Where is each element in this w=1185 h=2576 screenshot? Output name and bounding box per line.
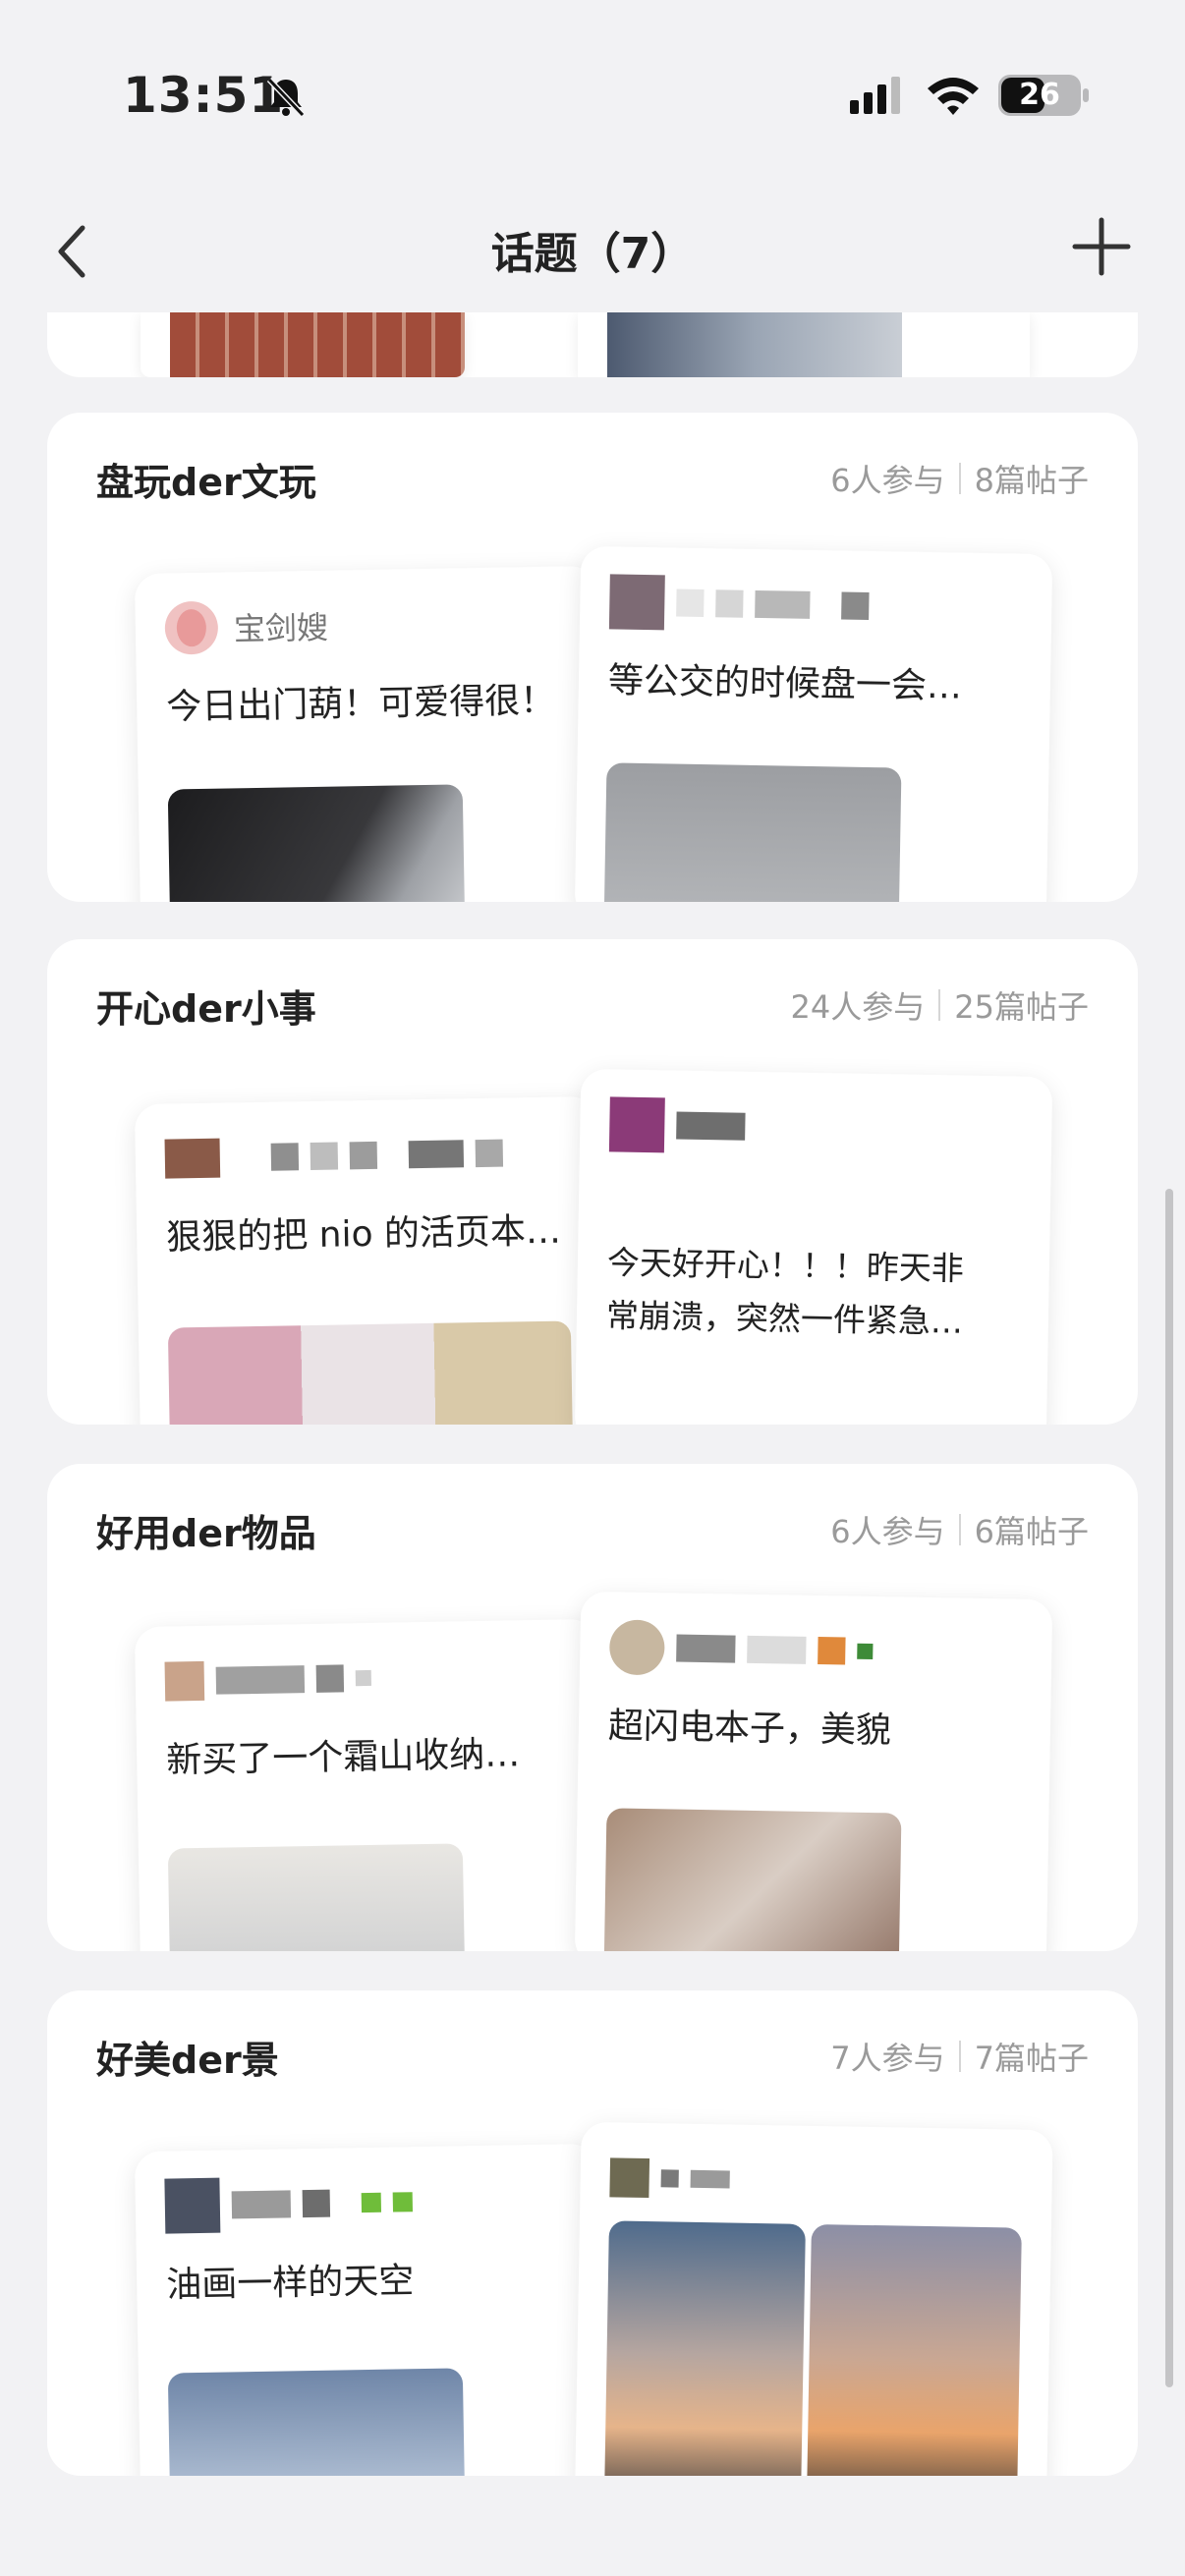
- topic-name: 开心der小事: [96, 987, 316, 1031]
- scroll-indicator[interactable]: [1165, 1189, 1173, 2387]
- post-text-line: 今天好开心！！！昨天非: [606, 1243, 965, 1288]
- post-card[interactable]: [574, 2121, 1053, 2476]
- post-text: 油画一样的天空: [165, 2261, 415, 2306]
- post-text: 新买了一个霜山收纳…: [165, 1734, 521, 1781]
- topic-meta: 7人参与 7篇帖子: [830, 2034, 1089, 2079]
- post-image: [806, 2223, 1022, 2476]
- post-card[interactable]: 等公交的时候盘一会…: [574, 545, 1053, 902]
- post-card[interactable]: 今天好开心！！！昨天非 常崩溃，突然一件紧急…: [574, 1068, 1053, 1425]
- bell-slash-icon: [266, 77, 306, 118]
- topic-meta: 24人参与 25篇帖子: [791, 982, 1089, 1028]
- battery-indicator: 26: [998, 75, 1089, 116]
- post-count: 25篇帖子: [954, 988, 1089, 1026]
- post-card[interactable]: 超闪电本子，美貌: [574, 1591, 1053, 1951]
- post-author: 宝剑嫂: [164, 598, 328, 656]
- topic-meta: 6人参与 6篇帖子: [830, 1507, 1089, 1552]
- post-count: 6篇帖子: [974, 1513, 1089, 1550]
- post-card[interactable]: 狠狠的把 nio 的活页本…: [134, 1095, 603, 1425]
- participant-count: 6人参与: [830, 462, 945, 499]
- post-count: 7篇帖子: [974, 2040, 1089, 2077]
- post-text: 今日出门葫！可爱得很！: [165, 680, 556, 728]
- post-author: [608, 1619, 874, 1679]
- status-bar: 13:51 26: [0, 0, 1185, 187]
- participant-count: 7人参与: [830, 2040, 945, 2077]
- topic-card[interactable]: 好美der景 7人参与 7篇帖子 油画一样的天空: [47, 1990, 1138, 2476]
- topic-name: 好美der景: [96, 2039, 279, 2082]
- avatar: [164, 600, 219, 655]
- avatar: [164, 1134, 504, 1179]
- post-image: [603, 1808, 902, 1951]
- post-card[interactable]: 新买了一个霜山收纳…: [134, 1618, 603, 1951]
- post-image: [167, 784, 466, 902]
- avatar: [164, 1658, 372, 1702]
- topic-meta: 6人参与 8篇帖子: [830, 456, 1089, 501]
- post-author: [609, 2150, 730, 2207]
- topic-card[interactable]: 盘玩der文玩 6人参与 8篇帖子 宝剑嫂 今日出门葫！可爱得很！ 等公交的时候…: [47, 413, 1138, 902]
- post-image: [167, 2368, 466, 2476]
- avatar: [164, 2174, 414, 2234]
- topic-card[interactable]: 好用der物品 6人参与 6篇帖子 新买了一个霜山收纳… 超闪电本子，美貌: [47, 1464, 1138, 1951]
- battery-level: 26: [1019, 78, 1060, 112]
- avatar: [608, 1619, 874, 1679]
- nav-bar: 话题（7）: [0, 187, 1185, 314]
- signal-icon: [850, 77, 900, 114]
- post-image: [167, 1320, 574, 1425]
- participant-count: 24人参与: [790, 988, 926, 1026]
- page-title: 话题（7）: [490, 229, 695, 279]
- topic-card-partial[interactable]: [47, 312, 1138, 377]
- post-author: [164, 1126, 504, 1187]
- post-text: 狠狠的把 nio 的活页本…: [165, 1210, 562, 1259]
- plus-icon[interactable]: [1071, 216, 1132, 277]
- avatar: [609, 2157, 730, 2199]
- status-time: 13:51: [123, 67, 285, 124]
- participant-count: 6人参与: [830, 1513, 945, 1550]
- post-text-line: 常崩溃，突然一件紧急…: [605, 1296, 964, 1341]
- topic-name: 盘玩der文玩: [96, 461, 316, 504]
- post-card[interactable]: 油画一样的天空: [134, 2143, 603, 2476]
- topic-card[interactable]: 开心der小事 24人参与 25篇帖子 狠狠的把 nio 的活页本… 今天好开心…: [47, 939, 1138, 1425]
- avatar: [608, 1096, 746, 1153]
- post-text: 今天好开心！！！昨天非 常崩溃，突然一件紧急…: [605, 1236, 1020, 1349]
- post-count: 8篇帖子: [974, 462, 1089, 499]
- topic-name: 好用der物品: [96, 1512, 316, 1555]
- avatar: [608, 574, 870, 634]
- post-author: [164, 1651, 371, 1709]
- post-image: [167, 1843, 466, 1951]
- post-image: [603, 2220, 806, 2476]
- post-author: [164, 2174, 414, 2234]
- author-name: 宝剑嫂: [233, 608, 329, 648]
- post-image: [603, 762, 902, 902]
- post-text: 超闪电本子，美貌: [607, 1706, 892, 1752]
- post-card[interactable]: 宝剑嫂 今日出门葫！可爱得很！: [134, 565, 603, 902]
- wifi-icon: [928, 78, 979, 115]
- post-text: 等公交的时候盘一会…: [607, 660, 963, 707]
- post-author: [608, 1096, 746, 1153]
- post-author: [608, 574, 870, 634]
